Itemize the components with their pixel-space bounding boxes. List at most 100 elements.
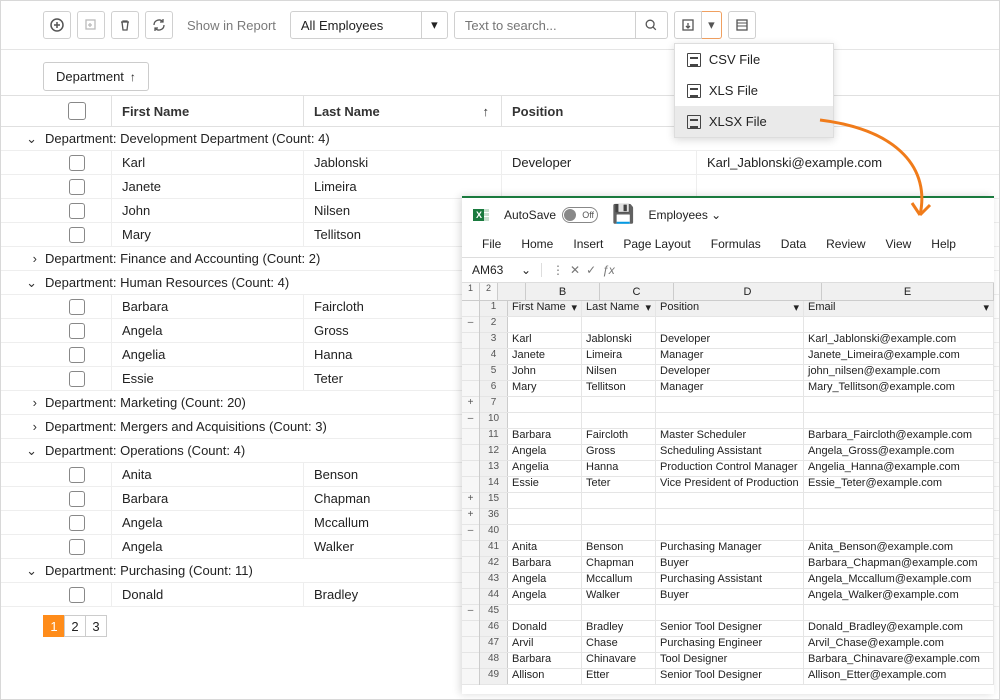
row-checkbox[interactable] xyxy=(69,467,85,483)
filter-combo[interactable]: All Employees ▾ xyxy=(290,11,448,39)
row-number[interactable]: 6 xyxy=(480,381,508,396)
col-head-c[interactable]: C xyxy=(600,283,674,300)
row-number[interactable]: 42 xyxy=(480,557,508,572)
excel-row[interactable]: 48BarbaraChinavareTool DesignerBarbara_C… xyxy=(480,653,994,669)
cancel-icon[interactable]: ✕ xyxy=(570,263,580,277)
excel-row[interactable]: 3KarlJablonskiDeveloperKarl_Jablonski@ex… xyxy=(480,333,994,349)
outline-toggle[interactable] xyxy=(462,637,479,653)
row-checkbox[interactable] xyxy=(69,371,85,387)
ribbon-insert[interactable]: Insert xyxy=(573,237,603,251)
outline-toggle[interactable] xyxy=(462,589,479,605)
row-checkbox[interactable] xyxy=(69,179,85,195)
outline-toggle[interactable] xyxy=(462,429,479,445)
show-in-report-link[interactable]: Show in Report xyxy=(179,12,284,39)
collapse-icon[interactable]: ⌄ xyxy=(1,131,43,147)
excel-row[interactable]: 46DonaldBradleySenior Tool DesignerDonal… xyxy=(480,621,994,637)
row-number[interactable]: 15 xyxy=(480,493,508,508)
ribbon-review[interactable]: Review xyxy=(826,237,865,251)
col-head-e[interactable]: E xyxy=(822,283,994,300)
export-csv-item[interactable]: CSV File xyxy=(675,44,833,75)
col-head-b[interactable]: B xyxy=(526,283,600,300)
row-checkbox[interactable] xyxy=(69,347,85,363)
row-number[interactable]: 11 xyxy=(480,429,508,444)
excel-row[interactable]: 7 xyxy=(480,397,994,413)
outline-toggle[interactable]: – xyxy=(462,317,479,333)
outline-toggle[interactable]: – xyxy=(462,413,479,429)
excel-row[interactable]: 14EssieTeterVice President of Production… xyxy=(480,477,994,493)
group-row[interactable]: ⌄Department: Development Department (Cou… xyxy=(1,127,999,151)
outline-toggle[interactable] xyxy=(462,669,479,685)
expand-icon[interactable]: › xyxy=(1,251,43,266)
row-number[interactable]: 40 xyxy=(480,525,508,540)
row-number[interactable]: 44 xyxy=(480,589,508,604)
outline-toggle[interactable]: + xyxy=(462,509,479,525)
outline-toggle[interactable]: + xyxy=(462,397,479,413)
refresh-button[interactable] xyxy=(145,11,173,39)
excel-row[interactable]: 41AnitaBensonPurchasing ManagerAnita_Ben… xyxy=(480,541,994,557)
ribbon-help[interactable]: Help xyxy=(931,237,956,251)
outline-toggle[interactable] xyxy=(462,541,479,557)
row-number[interactable]: 12 xyxy=(480,445,508,460)
ribbon-file[interactable]: File xyxy=(482,237,501,251)
row-number[interactable]: 7 xyxy=(480,397,508,412)
row-checkbox[interactable] xyxy=(69,491,85,507)
workbook-name[interactable]: Employees ⌄ xyxy=(648,208,721,222)
excel-row[interactable]: 6MaryTellitsonManagerMary_Tellitson@exam… xyxy=(480,381,994,397)
row-number[interactable]: 45 xyxy=(480,605,508,620)
collapse-icon[interactable]: ⌄ xyxy=(1,443,43,459)
row-checkbox[interactable] xyxy=(69,227,85,243)
excel-row[interactable]: 12AngelaGrossScheduling AssistantAngela_… xyxy=(480,445,994,461)
excel-row[interactable]: 49AllisonEtterSenior Tool DesignerAlliso… xyxy=(480,669,994,685)
ribbon-view[interactable]: View xyxy=(886,237,912,251)
search-input[interactable] xyxy=(455,18,635,33)
excel-row[interactable]: 43AngelaMccallumPurchasing AssistantAnge… xyxy=(480,573,994,589)
filter-dropdown-icon[interactable]: ▾ xyxy=(793,301,799,314)
row-number[interactable]: 49 xyxy=(480,669,508,684)
ribbon-formulas[interactable]: Formulas xyxy=(711,237,761,251)
save-icon[interactable]: 💾 xyxy=(612,204,634,225)
outline-toggle[interactable] xyxy=(462,365,479,381)
excel-row[interactable]: 47ArvilChasePurchasing EngineerArvil_Cha… xyxy=(480,637,994,653)
delete-button[interactable] xyxy=(111,11,139,39)
row-number[interactable]: 2 xyxy=(480,317,508,332)
row-checkbox[interactable] xyxy=(69,155,85,171)
chevron-down-icon[interactable]: ▾ xyxy=(421,12,447,38)
outline-toggle[interactable] xyxy=(462,333,479,349)
col-last-name[interactable]: Last Name↑ xyxy=(303,96,501,126)
row-number[interactable]: 14 xyxy=(480,477,508,492)
row-checkbox[interactable] xyxy=(69,587,85,603)
export-button[interactable] xyxy=(674,11,702,39)
export-xls-item[interactable]: XLS File xyxy=(675,75,833,106)
filter-dropdown-icon[interactable]: ▾ xyxy=(983,301,989,314)
table-row[interactable]: KarlJablonskiDeveloperKarl_Jablonski@exa… xyxy=(1,151,999,175)
outline-toggle[interactable] xyxy=(462,461,479,477)
column-chooser-button[interactable] xyxy=(728,11,756,39)
excel-row[interactable]: 2 xyxy=(480,317,994,333)
row-checkbox[interactable] xyxy=(69,299,85,315)
ribbon-data[interactable]: Data xyxy=(781,237,806,251)
excel-row[interactable]: 45 xyxy=(480,605,994,621)
row-number[interactable]: 10 xyxy=(480,413,508,428)
expand-icon[interactable]: › xyxy=(1,419,43,434)
row-number[interactable]: 13 xyxy=(480,461,508,476)
ribbon-home[interactable]: Home xyxy=(521,237,553,251)
row-checkbox[interactable] xyxy=(69,515,85,531)
add-button[interactable] xyxy=(43,11,71,39)
row-number[interactable]: 43 xyxy=(480,573,508,588)
export-dropdown-toggle[interactable]: ▾ xyxy=(702,11,722,39)
ribbon-page-layout[interactable]: Page Layout xyxy=(623,237,690,251)
excel-row[interactable]: 11BarbaraFairclothMaster SchedulerBarbar… xyxy=(480,429,994,445)
row-checkbox[interactable] xyxy=(69,539,85,555)
outline-toggle[interactable] xyxy=(462,573,479,589)
outline-toggle[interactable]: – xyxy=(462,525,479,541)
page-3[interactable]: 3 xyxy=(85,615,107,637)
outline-toggle[interactable]: – xyxy=(462,605,479,621)
name-box[interactable]: AM63⌄ xyxy=(462,263,542,277)
expand-icon[interactable]: › xyxy=(1,395,43,410)
row-number[interactable]: 47 xyxy=(480,637,508,652)
search-icon[interactable] xyxy=(635,12,667,38)
row-checkbox[interactable] xyxy=(69,203,85,219)
page-2[interactable]: 2 xyxy=(64,615,86,637)
collapse-icon[interactable]: ⌄ xyxy=(1,275,43,291)
col-first-name[interactable]: First Name xyxy=(111,96,303,126)
